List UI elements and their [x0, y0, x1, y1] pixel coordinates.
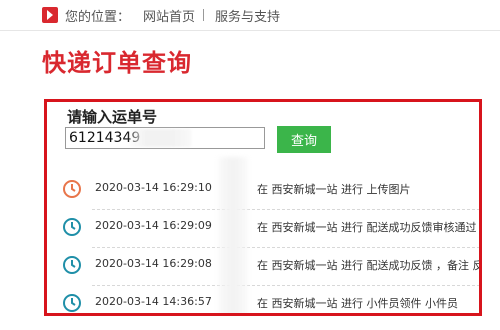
redaction-blur	[129, 129, 191, 147]
tracking-record: 2020-03-14 16:29:08 在 西安新城一站 进行 配送成功反馈 ，…	[47, 248, 482, 286]
clock-icon	[63, 180, 81, 198]
tracking-record: 2020-03-14 14:36:57 在 西安新城一站 进行 小件员领件 小件…	[47, 286, 479, 313]
tracking-query-panel: 请输入运单号 查询 2020-03-14 16:29:10 在 西安新城一站 进…	[44, 99, 482, 316]
record-description: 在 西安新城一站 进行 上传图片	[257, 183, 411, 196]
tracking-number-prompt: 请输入运单号	[67, 108, 158, 126]
breadcrumb: 您的位置： 网站首页 服务与支持	[0, 0, 500, 31]
record-time: 2020-03-14 16:29:10	[95, 181, 212, 194]
breadcrumb-support-link[interactable]: 服务与支持	[215, 6, 280, 25]
clock-icon	[63, 218, 81, 236]
tracking-record: 2020-03-14 16:29:10 在 西安新城一站 进行 上传图片	[47, 172, 479, 210]
page: 您的位置： 网站首页 服务与支持 快递订单查询 请输入运单号 查询 2020-0…	[0, 0, 500, 330]
breadcrumb-separator	[203, 9, 204, 21]
record-description: 在 西安新城一站 进行 小件员领件 小件员	[257, 297, 458, 310]
record-description: 在 西安新城一站 进行 配送成功反馈审核通过	[257, 221, 477, 234]
record-time: 2020-03-14 16:29:08	[95, 257, 212, 270]
location-arrow-icon	[42, 7, 58, 23]
clock-icon	[63, 256, 81, 274]
breadcrumb-home-link[interactable]: 网站首页	[143, 6, 195, 25]
page-title: 快递订单查询	[42, 49, 192, 77]
tracking-record: 2020-03-14 16:29:09 在 西安新城一站 进行 配送成功反馈审核…	[47, 210, 479, 248]
redaction-blur	[217, 157, 249, 313]
record-description: 在 西安新城一站 进行 配送成功反馈 ，备注 反	[257, 259, 482, 272]
record-time: 2020-03-14 16:29:09	[95, 219, 212, 232]
clock-icon	[63, 294, 81, 312]
record-time: 2020-03-14 14:36:57	[95, 295, 212, 308]
breadcrumb-label: 您的位置：	[65, 10, 131, 25]
query-button[interactable]: 查询	[277, 126, 331, 153]
